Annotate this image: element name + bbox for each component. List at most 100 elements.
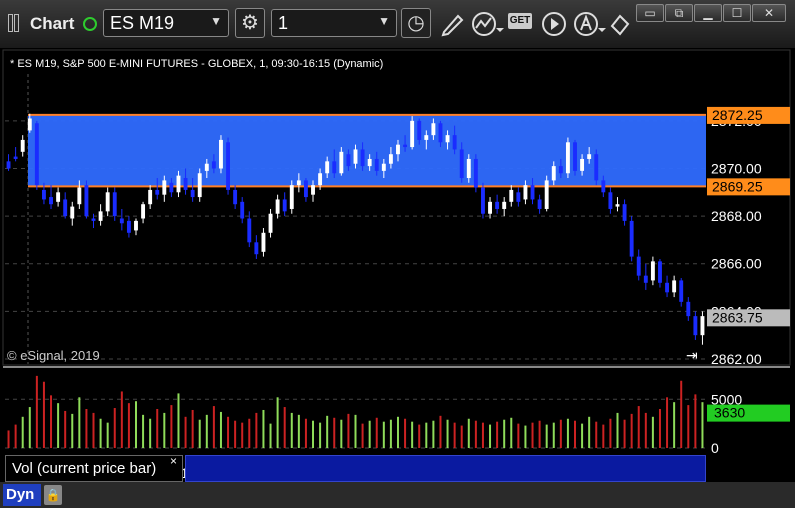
link-icon[interactable]	[606, 10, 634, 38]
maximize-button[interactable]: ☐	[723, 4, 751, 22]
candle-body	[112, 192, 117, 217]
candle-body	[381, 163, 386, 171]
alert-icon[interactable]	[572, 10, 606, 38]
price-tick-label: 2870.00	[711, 160, 762, 176]
price-tag-label: 2863.75	[712, 309, 763, 325]
candle-body	[431, 123, 436, 136]
studies-icon[interactable]	[470, 10, 504, 38]
candle-body	[346, 154, 351, 167]
app-title: Chart	[30, 14, 75, 33]
candle-body	[190, 189, 195, 198]
candle-body	[622, 204, 627, 221]
candle-body	[169, 182, 174, 193]
candle-body	[13, 156, 18, 159]
candle-body	[339, 151, 344, 174]
window-restore-button[interactable]: ⧉	[665, 4, 693, 22]
price-tick-label: 2868.00	[711, 208, 762, 224]
candle-body	[27, 118, 32, 131]
candle-body	[219, 139, 223, 169]
candle-body	[665, 282, 670, 293]
volume-tick-label: 0	[711, 440, 719, 456]
candle-body	[360, 149, 365, 167]
candle-body	[452, 135, 457, 150]
candle-body	[20, 139, 25, 152]
chevron-down-icon: ▼	[210, 14, 222, 28]
candle-body	[49, 197, 53, 205]
window-menu-button[interactable]: ▭	[636, 4, 664, 22]
candle-body	[162, 180, 167, 195]
dynamic-mode-button[interactable]: Dyn	[3, 484, 41, 506]
price-tick-label: 2862.00	[711, 351, 762, 367]
volume-study-label[interactable]: Vol (current price bar)	[5, 455, 183, 482]
lock-icon[interactable]: 🔒	[44, 485, 62, 505]
candle-body	[183, 178, 188, 190]
candle-body	[615, 204, 620, 207]
candle-body	[254, 242, 259, 255]
candle-body	[63, 199, 68, 217]
candle-body	[544, 180, 549, 209]
candle-body	[388, 154, 393, 164]
candle-body	[233, 189, 238, 205]
interval-selector[interactable]: 1 ▼	[271, 9, 397, 37]
candle-body	[126, 220, 131, 233]
candle-body	[41, 189, 46, 200]
candle-body	[374, 158, 379, 171]
band-fill	[28, 114, 706, 187]
candle-body	[134, 220, 138, 231]
candle-body	[693, 316, 698, 336]
candle-body	[686, 301, 691, 317]
volume-tag: 3630	[707, 404, 790, 422]
price-tag-label: 2869.25	[712, 178, 763, 194]
candle-body	[438, 123, 443, 143]
volume-tag-label: 3630	[714, 405, 745, 421]
candle-body	[643, 275, 648, 283]
highlight-band	[28, 113, 706, 188]
candle-body	[445, 135, 450, 143]
candle-body	[289, 185, 294, 209]
footer	[0, 482, 795, 508]
candle-body	[332, 161, 337, 174]
toolbar: Chart ES M19 ▼ ⚙ 1 ▼ ◷ GET ▭ ⧉ ▁ ☐ ✕	[0, 0, 795, 49]
play-icon[interactable]	[540, 10, 568, 38]
candle-body	[530, 185, 535, 200]
symbol-selector[interactable]: ES M19 ▼	[103, 9, 229, 37]
candle-body	[679, 280, 684, 302]
candle-body	[410, 120, 415, 148]
candle-body	[155, 189, 160, 195]
candle-body	[311, 185, 315, 195]
candle-body	[424, 135, 429, 140]
chevron-down-icon: ▼	[378, 14, 390, 28]
clock-icon[interactable]: ◷	[401, 8, 431, 38]
scroll-to-end-icon[interactable]: ⇥	[686, 347, 698, 363]
get-data-button[interactable]: GET	[508, 13, 532, 29]
candle-body	[488, 201, 492, 214]
candle-body	[226, 142, 230, 190]
price-tag-label: 2872.25	[712, 107, 763, 123]
chart-area[interactable]: * ES M19, S&P 500 E-MINI FUTURES - GLOBE…	[0, 48, 795, 482]
candle-body	[601, 180, 606, 193]
close-icon[interactable]: ×	[170, 454, 177, 468]
candle-body	[495, 201, 500, 209]
candle-body	[573, 142, 577, 171]
candle-body	[6, 161, 11, 169]
candle-body	[459, 149, 464, 179]
candle-body	[516, 192, 521, 202]
minimize-button[interactable]: ▁	[694, 4, 722, 22]
candle-body	[240, 201, 245, 219]
pencil-icon[interactable]	[438, 10, 468, 38]
candle-body	[325, 161, 330, 174]
drag-grip-icon[interactable]	[8, 14, 20, 32]
close-button[interactable]: ✕	[752, 4, 786, 22]
candle-body	[91, 218, 96, 221]
symbol-value: ES M19	[110, 13, 175, 33]
candle-body	[594, 154, 599, 181]
price-tick-label: 2866.00	[711, 256, 762, 272]
candle-body	[141, 204, 146, 219]
candle-body	[318, 173, 323, 186]
candle-body	[551, 166, 556, 181]
candle-body	[261, 232, 266, 252]
candle-body	[466, 158, 471, 179]
candle-body	[282, 199, 287, 212]
gear-icon[interactable]: ⚙	[235, 8, 265, 38]
candle-body	[247, 218, 252, 243]
